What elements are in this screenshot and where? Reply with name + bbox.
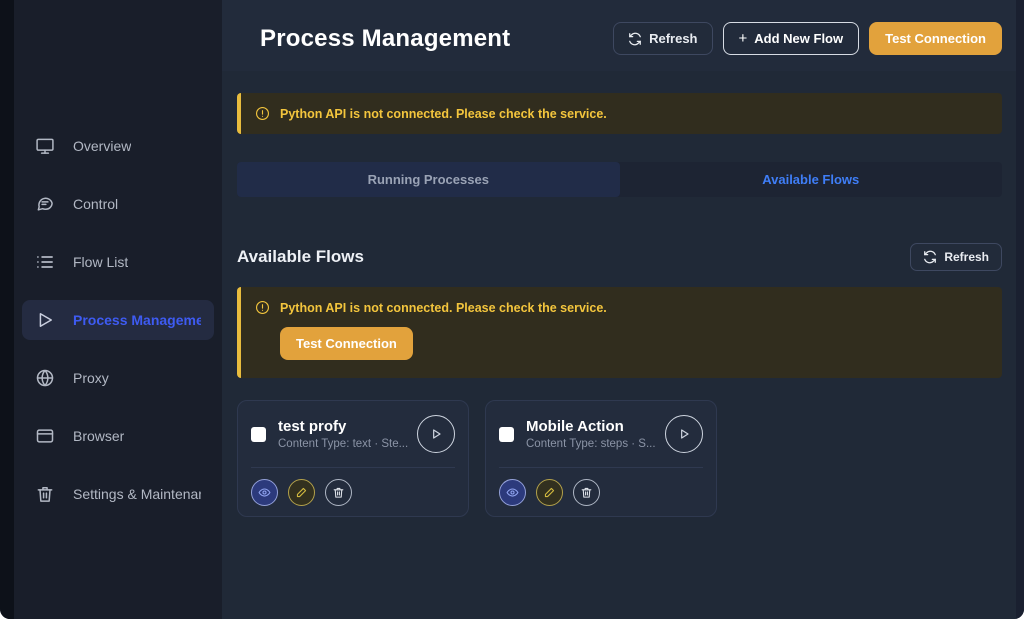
- api-warning-message: Python API is not connected. Please chec…: [280, 107, 607, 121]
- flow-meta: Content Type: steps · S...: [526, 438, 657, 450]
- edit-flow-button[interactable]: [536, 479, 563, 506]
- play-icon: [35, 310, 55, 330]
- sidebar: Overview Control Flow List Process Manag…: [14, 0, 222, 619]
- delete-flow-button[interactable]: [573, 479, 600, 506]
- tab-running-processes[interactable]: Running Processes: [237, 162, 620, 197]
- flow-card-actions: [251, 479, 455, 506]
- edit-flow-button[interactable]: [288, 479, 315, 506]
- api-warning-row: Python API is not connected. Please chec…: [241, 93, 1002, 134]
- banner-test-connection-label: Test Connection: [296, 336, 397, 351]
- sidebar-item-label: Flow List: [73, 254, 128, 270]
- add-new-flow-button[interactable]: + Add New Flow: [723, 22, 860, 55]
- sidebar-item-overview[interactable]: Overview: [22, 126, 214, 166]
- flow-card: test profy Content Type: text · Ste...: [237, 400, 469, 517]
- tab-available-flows[interactable]: Available Flows: [620, 162, 1003, 197]
- flow-cards: test profy Content Type: text · Ste...: [237, 400, 1002, 517]
- pencil-icon: [295, 486, 308, 499]
- play-icon: [676, 426, 692, 442]
- trash-icon: [580, 486, 593, 499]
- flow-card: Mobile Action Content Type: steps · S...: [485, 400, 717, 517]
- refresh-button-label: Refresh: [649, 31, 697, 46]
- page-header: Process Management Refresh + Add New Flo…: [222, 0, 1024, 71]
- flow-meta: Content Type: text · Ste...: [278, 438, 409, 450]
- window-right-edge: [1016, 0, 1024, 619]
- window-icon: [35, 426, 55, 446]
- sidebar-item-proxy[interactable]: Proxy: [22, 358, 214, 398]
- delete-flow-button[interactable]: [325, 479, 352, 506]
- pencil-icon: [543, 486, 556, 499]
- alert-circle-icon: [255, 106, 270, 121]
- flows-refresh-label: Refresh: [944, 250, 989, 264]
- monitor-icon: [35, 136, 55, 156]
- add-new-flow-label: Add New Flow: [754, 31, 843, 46]
- flow-title: test profy: [278, 418, 409, 435]
- app-window: Overview Control Flow List Process Manag…: [0, 0, 1024, 619]
- page-title: Process Management: [260, 25, 510, 53]
- trash-icon: [35, 484, 55, 504]
- sidebar-item-label: Control: [73, 196, 118, 212]
- eye-icon: [258, 486, 271, 499]
- flows-refresh-button[interactable]: Refresh: [910, 243, 1002, 271]
- view-flow-button[interactable]: [499, 479, 526, 506]
- flow-card-actions: [499, 479, 703, 506]
- flows-section-title: Available Flows: [237, 247, 364, 267]
- plus-icon: +: [739, 31, 748, 46]
- sidebar-item-flow-list[interactable]: Flow List: [22, 242, 214, 282]
- flows-warning-row: Python API is not connected. Please chec…: [241, 287, 1002, 319]
- window-left-edge: [0, 0, 14, 619]
- eye-icon: [506, 486, 519, 499]
- sidebar-item-label: Proxy: [73, 370, 109, 386]
- sidebar-item-label: Settings & Maintenance: [73, 486, 201, 502]
- main-content: Process Management Refresh + Add New Flo…: [222, 0, 1024, 619]
- sidebar-item-label: Overview: [73, 138, 131, 154]
- card-divider: [499, 467, 703, 468]
- sidebar-item-label: Process Management: [73, 312, 201, 328]
- tab-bar: Running Processes Available Flows: [237, 162, 1002, 197]
- view-flow-button[interactable]: [251, 479, 278, 506]
- trash-icon: [332, 486, 345, 499]
- sidebar-item-label: Browser: [73, 428, 124, 444]
- flow-title: Mobile Action: [526, 418, 657, 435]
- run-flow-button[interactable]: [665, 415, 703, 453]
- sidebar-item-settings-maintenance[interactable]: Settings & Maintenance: [22, 474, 214, 514]
- flow-checkbox[interactable]: [251, 427, 266, 442]
- flows-warning-message: Python API is not connected. Please chec…: [280, 301, 607, 315]
- test-connection-label: Test Connection: [885, 31, 986, 46]
- banner-test-connection-button[interactable]: Test Connection: [280, 327, 413, 360]
- list-icon: [35, 252, 55, 272]
- flow-card-top: test profy Content Type: text · Ste...: [251, 415, 455, 453]
- globe-icon: [35, 368, 55, 388]
- flows-warning-banner: Python API is not connected. Please chec…: [237, 287, 1002, 378]
- header-actions: Refresh + Add New Flow Test Connection: [613, 22, 1002, 55]
- refresh-icon: [923, 250, 937, 264]
- sidebar-item-browser[interactable]: Browser: [22, 416, 214, 456]
- flow-card-text: Mobile Action Content Type: steps · S...: [526, 418, 657, 450]
- play-icon: [428, 426, 444, 442]
- flows-section-header: Available Flows Refresh: [237, 243, 1002, 271]
- alert-circle-icon: [255, 300, 270, 315]
- flow-checkbox[interactable]: [499, 427, 514, 442]
- refresh-button[interactable]: Refresh: [613, 22, 712, 55]
- test-connection-button[interactable]: Test Connection: [869, 22, 1002, 55]
- card-divider: [251, 467, 455, 468]
- chat-icon: [35, 194, 55, 214]
- run-flow-button[interactable]: [417, 415, 455, 453]
- flow-card-text: test profy Content Type: text · Ste...: [278, 418, 409, 450]
- sidebar-item-control[interactable]: Control: [22, 184, 214, 224]
- refresh-icon: [628, 32, 642, 46]
- api-warning-banner: Python API is not connected. Please chec…: [237, 93, 1002, 134]
- sidebar-item-process-management[interactable]: Process Management: [22, 300, 214, 340]
- flow-card-top: Mobile Action Content Type: steps · S...: [499, 415, 703, 453]
